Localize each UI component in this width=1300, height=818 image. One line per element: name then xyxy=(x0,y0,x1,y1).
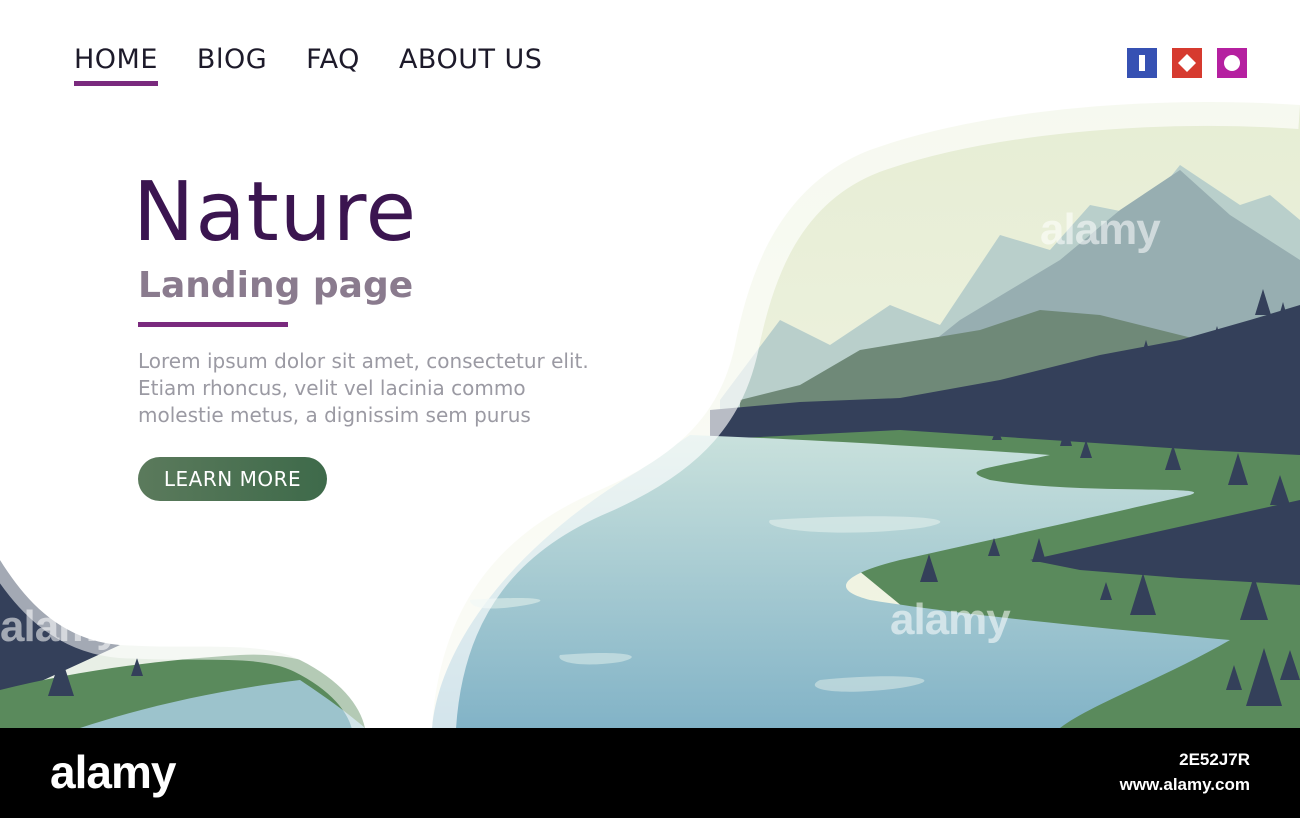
circle-icon xyxy=(1224,55,1240,71)
watermark-text: alamy xyxy=(1040,205,1161,254)
social-link-circle[interactable] xyxy=(1217,48,1247,78)
watermark-text: alamy xyxy=(890,595,1011,644)
learn-more-button[interactable]: LEARN MORE xyxy=(138,457,327,501)
nav-about-us[interactable]: ABOUT US xyxy=(399,44,543,85)
hero-subtitle: Landing page xyxy=(138,265,414,306)
watermark-bar xyxy=(0,728,1300,818)
hero-title: Nature xyxy=(133,165,418,260)
nav-blog[interactable]: BlOG xyxy=(197,44,267,85)
watermark-text: alamy xyxy=(0,602,121,651)
social-link-bar[interactable] xyxy=(1127,48,1157,78)
watermark-url: www.alamy.com xyxy=(1119,775,1250,794)
hero-description: Lorem ipsum dolor sit amet, consectetur … xyxy=(138,349,589,427)
diamond-icon xyxy=(1178,54,1196,72)
social-links xyxy=(1127,48,1247,78)
bar-icon xyxy=(1139,55,1145,71)
hero-divider xyxy=(138,322,288,327)
watermark-logo: alamy xyxy=(50,746,176,798)
image-id: 2E52J7R xyxy=(1179,750,1250,769)
top-nav: HOME BlOG FAQ ABOUT US xyxy=(74,44,581,86)
nav-home[interactable]: HOME xyxy=(74,44,158,86)
nav-faq[interactable]: FAQ xyxy=(306,44,360,85)
social-link-diamond[interactable] xyxy=(1172,48,1202,78)
